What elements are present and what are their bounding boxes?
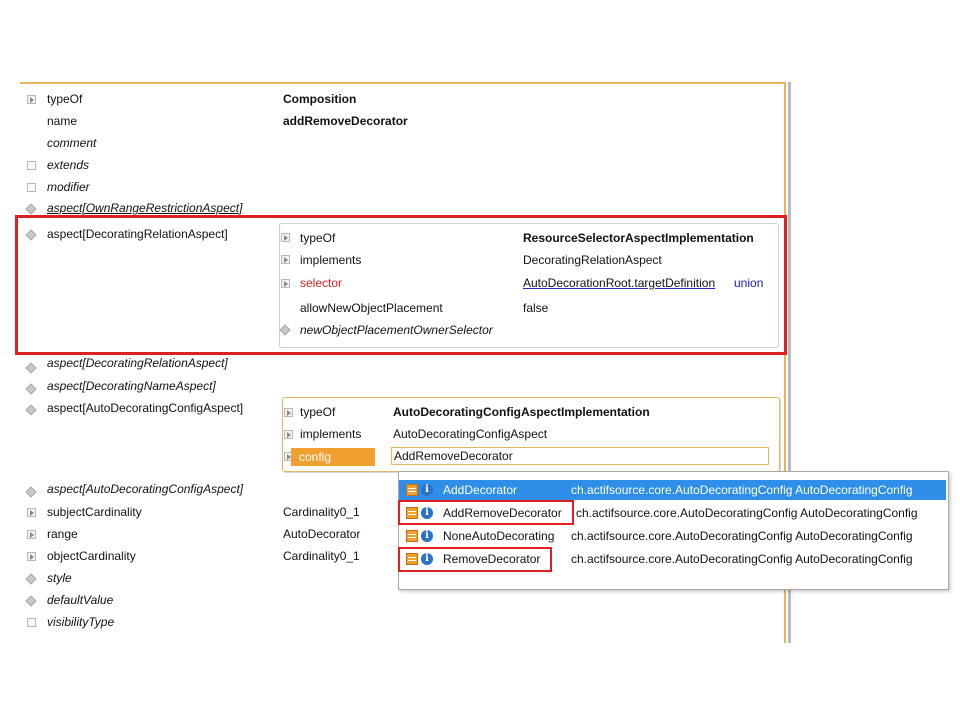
- popup-item-add-decorator[interactable]: AddDecorator: [443, 481, 517, 499]
- popup-item-detail[interactable]: ch.actifsource.core.AutoDecoratingConfig…: [571, 527, 913, 545]
- expand-arrow-icon[interactable]: [27, 530, 36, 539]
- prop-label-object-cardinality: objectCardinality: [47, 549, 136, 563]
- config-input[interactable]: AddRemoveDecorator: [391, 447, 769, 465]
- expand-arrow-icon[interactable]: [284, 408, 293, 417]
- config-resource-icon: [406, 530, 418, 542]
- info-icon: i: [421, 484, 433, 496]
- prop-label-extends[interactable]: extends: [47, 156, 89, 174]
- prop-label-modifier[interactable]: modifier: [47, 178, 90, 196]
- config-panel-label-typeof: typeOf: [300, 405, 336, 419]
- prop-label-aspect-auto-decorating-config-2[interactable]: aspect[AutoDecoratingConfigAspect]: [47, 480, 243, 498]
- list-box-icon: [27, 161, 36, 170]
- prop-value-subject-cardinality[interactable]: Cardinality0_1: [283, 503, 360, 521]
- popup-item-none-auto-decorating[interactable]: NoneAutoDecorating: [443, 527, 554, 545]
- prop-label-comment[interactable]: comment: [47, 134, 96, 152]
- prop-value-object-cardinality[interactable]: Cardinality0_1: [283, 547, 360, 565]
- expand-arrow-icon[interactable]: [27, 552, 36, 561]
- prop-label-visibility-type[interactable]: visibilityType: [47, 613, 114, 631]
- prop-label-range: range: [47, 527, 78, 541]
- config-panel-value-implements[interactable]: AutoDecoratingConfigAspect: [393, 425, 547, 443]
- popup-item-detail[interactable]: ch.actifsource.core.AutoDecoratingConfig…: [571, 550, 913, 568]
- highlight-box-decorating-relation: [15, 215, 787, 355]
- info-icon: i: [421, 530, 433, 542]
- config-panel-label-implements: implements: [300, 427, 362, 441]
- popup-item-detail[interactable]: ch.actifsource.core.AutoDecoratingConfig…: [576, 504, 918, 522]
- list-box-icon: [27, 183, 36, 192]
- config-panel-value-typeof[interactable]: AutoDecoratingConfigAspectImplementation: [393, 403, 650, 421]
- prop-value-range[interactable]: AutoDecorator: [283, 525, 360, 543]
- prop-label-typeof: typeOf: [47, 92, 83, 106]
- prop-label-style[interactable]: style: [47, 569, 72, 587]
- prop-value-typeof[interactable]: Composition: [283, 90, 356, 108]
- prop-value-name[interactable]: addRemoveDecorator: [283, 112, 408, 130]
- expand-arrow-icon[interactable]: [27, 508, 36, 517]
- expand-arrow-icon[interactable]: [284, 430, 293, 439]
- prop-label-aspect-auto-decorating-config[interactable]: aspect[AutoDecoratingConfigAspect]: [47, 399, 243, 417]
- prop-label-subject-cardinality: subjectCardinality: [47, 505, 142, 519]
- config-resource-icon: [406, 484, 418, 496]
- highlight-box-remove-decorator: [398, 547, 552, 572]
- popup-item-detail[interactable]: ch.actifsource.core.AutoDecoratingConfig…: [571, 481, 913, 499]
- prop-label-aspect-decorating-name[interactable]: aspect[DecoratingNameAspect]: [47, 377, 216, 395]
- prop-label-name: name: [47, 114, 78, 128]
- prop-label-default-value[interactable]: defaultValue: [47, 591, 113, 609]
- expand-arrow-icon[interactable]: [27, 95, 36, 104]
- prop-label-aspect-decorating-relation-2[interactable]: aspect[DecoratingRelationAspect]: [47, 354, 228, 372]
- highlight-box-add-remove-decorator: [398, 500, 574, 525]
- config-label-active: config: [291, 448, 375, 466]
- list-box-icon: [27, 618, 36, 627]
